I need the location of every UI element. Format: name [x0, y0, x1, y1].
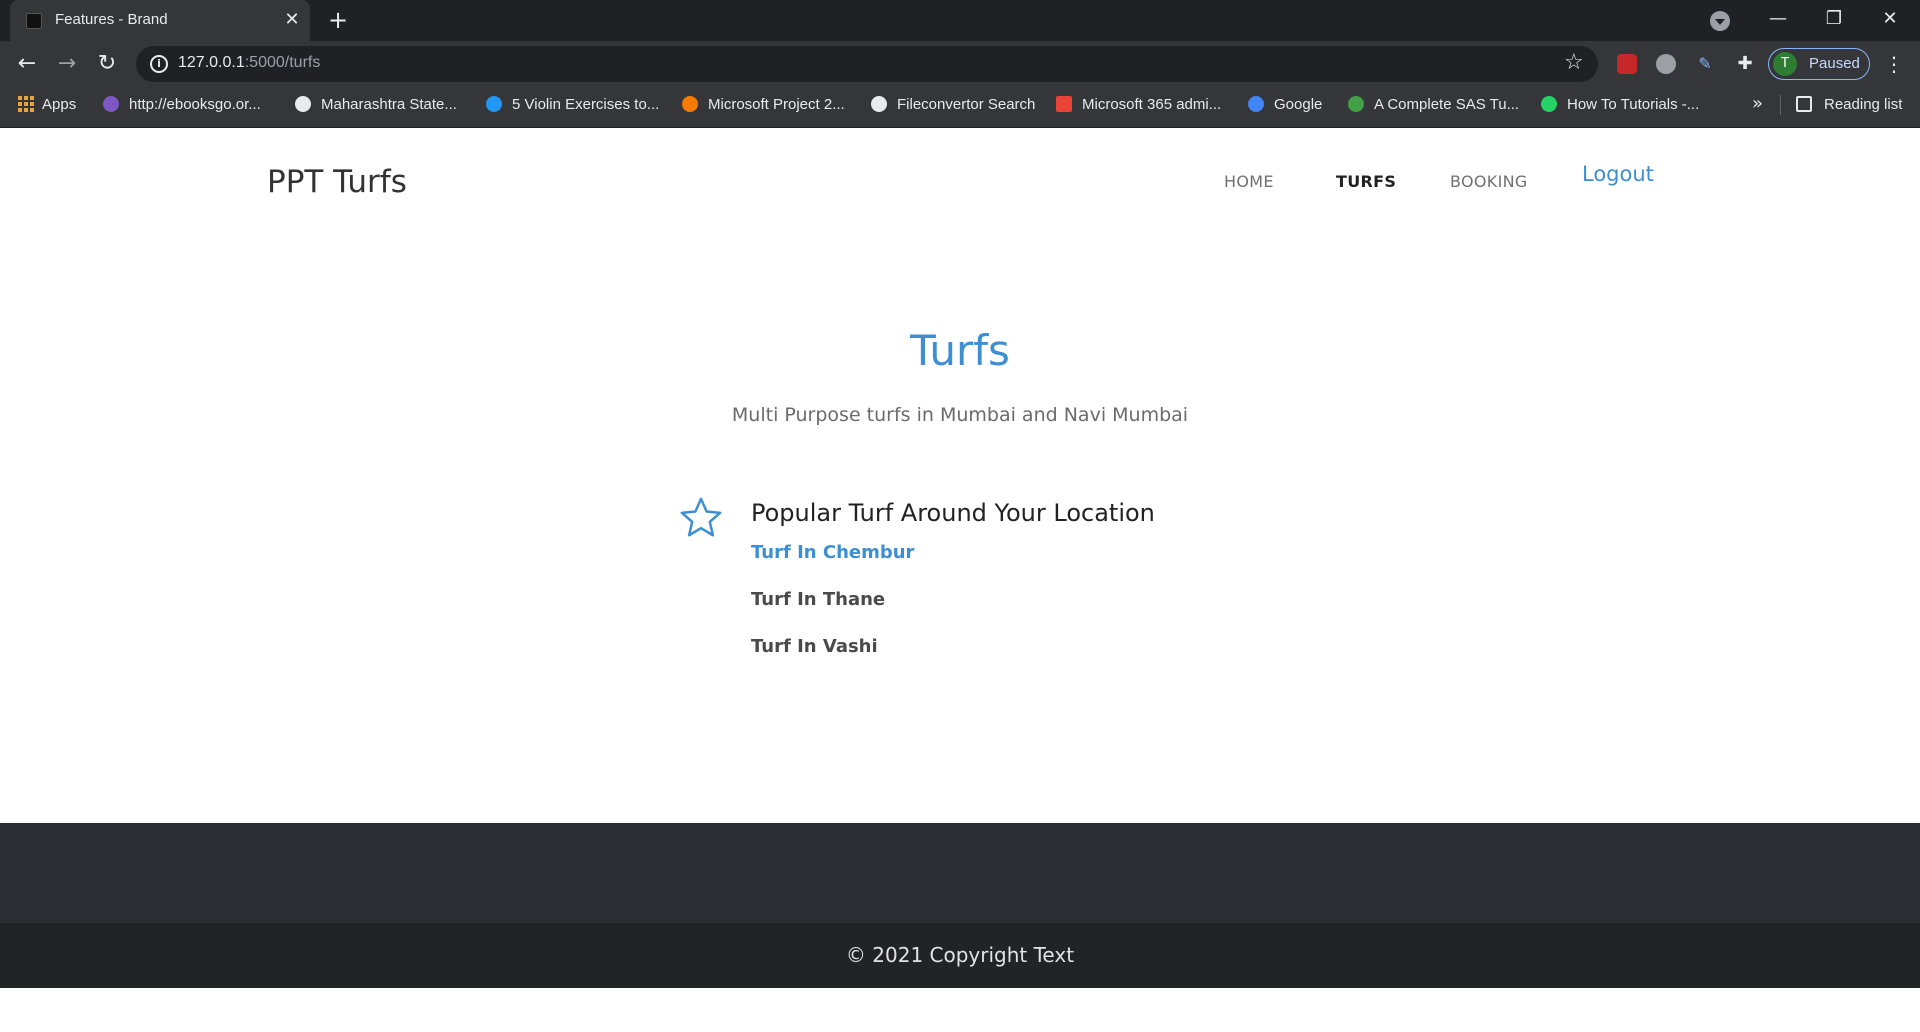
- bookmark-label: Maharashtra State...: [321, 95, 457, 113]
- forward-icon[interactable]: →: [51, 48, 83, 80]
- address-bar[interactable]: i 127.0.0.1:5000/turfs ☆: [136, 46, 1598, 82]
- bookmark-label: A Complete SAS Tu...: [1374, 95, 1520, 113]
- puzzle-extensions-icon[interactable]: ✚: [1735, 54, 1755, 74]
- bookmark-sas[interactable]: A Complete SAS Tu...: [1348, 87, 1519, 121]
- pocket-extension-icon[interactable]: [1617, 54, 1637, 74]
- url-path: :5000/turfs: [244, 54, 321, 71]
- bookmark-project[interactable]: Microsoft Project 2...: [682, 87, 845, 121]
- more-bookmarks-icon[interactable]: »: [1752, 93, 1763, 114]
- back-icon[interactable]: ←: [11, 48, 43, 80]
- logout-link[interactable]: Logout: [1582, 162, 1654, 186]
- turf-link-vashi[interactable]: Turf In Vashi: [751, 636, 878, 657]
- url-host: 127.0.0.1: [178, 54, 245, 71]
- bookmark-label: Apps: [42, 95, 77, 113]
- bookmark-m365[interactable]: Microsoft 365 admi...: [1056, 87, 1221, 121]
- browser-tab-bar: Features - Brand ✕ + — ❐ ✕: [0, 0, 1920, 41]
- reading-list-label: Reading list: [1824, 95, 1903, 113]
- star-icon: [680, 497, 722, 537]
- bookmark-label: Fileconvertor Search: [897, 95, 1036, 113]
- pen-extension-icon[interactable]: ✎: [1695, 54, 1715, 74]
- bookmark-fileconvertor[interactable]: Fileconvertor Search: [871, 87, 1035, 121]
- tutorials-icon: [1541, 96, 1557, 112]
- nav-turfs[interactable]: TURFS: [1336, 172, 1396, 191]
- reading-list-button[interactable]: Reading list: [1796, 87, 1902, 121]
- bookmark-label: Microsoft Project 2...: [708, 95, 845, 113]
- bookmarks-divider: [1780, 95, 1781, 115]
- bookmarks-bar: Apps http://ebooksgo.or... Maharashtra S…: [0, 87, 1920, 128]
- page-title: Turfs: [910, 326, 1010, 375]
- main-content: Turfs Multi Purpose turfs in Mumbai and …: [0, 236, 1920, 823]
- bookmark-apps[interactable]: Apps: [18, 87, 76, 121]
- bookmark-label: 5 Violin Exercises to...: [512, 95, 660, 113]
- page-bottom-area: [0, 988, 1920, 1032]
- site-info-icon[interactable]: i: [150, 55, 168, 73]
- browser-menu-icon[interactable]: ⋮: [1880, 48, 1908, 80]
- url-text[interactable]: 127.0.0.1:5000/turfs: [178, 54, 320, 72]
- nav-booking[interactable]: BOOKING: [1450, 172, 1528, 191]
- copyright-text: © 2021 Copyright Text: [845, 943, 1075, 967]
- bookmark-ebooks[interactable]: http://ebooksgo.or...: [103, 87, 261, 121]
- turf-link-chembur[interactable]: Turf In Chembur: [751, 542, 914, 563]
- bookmark-star-icon[interactable]: ☆: [1564, 50, 1584, 75]
- reading-list-icon: [1796, 96, 1812, 112]
- close-window-icon[interactable]: ✕: [1862, 0, 1918, 41]
- close-tab-icon[interactable]: ✕: [280, 8, 304, 32]
- footer-bottom: © 2021 Copyright Text: [0, 923, 1920, 988]
- tab-title: Features - Brand: [55, 11, 168, 28]
- profile-button[interactable]: T Paused: [1768, 48, 1870, 80]
- avatar: T: [1773, 52, 1797, 76]
- apps-grid-icon: [18, 96, 34, 112]
- bookmark-maharashtra[interactable]: Maharashtra State...: [295, 87, 457, 121]
- minimize-icon[interactable]: —: [1750, 0, 1806, 41]
- turf-link-thane[interactable]: Turf In Thane: [751, 589, 885, 610]
- bookmark-label: http://ebooksgo.or...: [129, 95, 261, 113]
- ebooks-icon: [103, 96, 119, 112]
- new-tab-icon[interactable]: +: [326, 8, 350, 32]
- extension-icon[interactable]: [1656, 54, 1676, 74]
- project-icon: [682, 96, 698, 112]
- page-subtitle: Multi Purpose turfs in Mumbai and Navi M…: [731, 404, 1189, 426]
- reload-icon[interactable]: ↻: [91, 48, 123, 80]
- maharashtra-icon: [295, 96, 311, 112]
- restore-icon[interactable]: ❐: [1806, 0, 1862, 41]
- bookmark-violin[interactable]: 5 Violin Exercises to...: [486, 87, 659, 121]
- wordpress-icon: [486, 96, 502, 112]
- nav-home[interactable]: HOME: [1224, 172, 1274, 191]
- site-navbar: PPT Turfs HOME TURFS BOOKING Logout: [0, 128, 1920, 236]
- sas-icon: [1348, 96, 1364, 112]
- gmail-icon: [1056, 96, 1072, 112]
- bookmark-label: How To Tutorials -...: [1567, 95, 1700, 113]
- bookmark-google[interactable]: Google: [1248, 87, 1322, 121]
- bookmark-label: Google: [1274, 95, 1323, 113]
- site-brand[interactable]: PPT Turfs: [267, 164, 407, 200]
- profile-status: Paused: [1809, 55, 1860, 72]
- feature-heading: Popular Turf Around Your Location: [751, 499, 1155, 527]
- google-icon: [1248, 96, 1264, 112]
- browser-toolbar: ← → ↻ i 127.0.0.1:5000/turfs ☆ ✎ ✚ T Pau…: [0, 41, 1920, 87]
- footer-top: [0, 823, 1920, 923]
- browser-tab[interactable]: Features - Brand ✕: [10, 0, 310, 41]
- github-icon: [871, 96, 887, 112]
- tab-search-icon[interactable]: [1710, 11, 1730, 31]
- bookmark-tutorials[interactable]: How To Tutorials -...: [1541, 87, 1699, 121]
- bookmark-label: Microsoft 365 admi...: [1082, 95, 1222, 113]
- favicon-icon: [26, 13, 42, 29]
